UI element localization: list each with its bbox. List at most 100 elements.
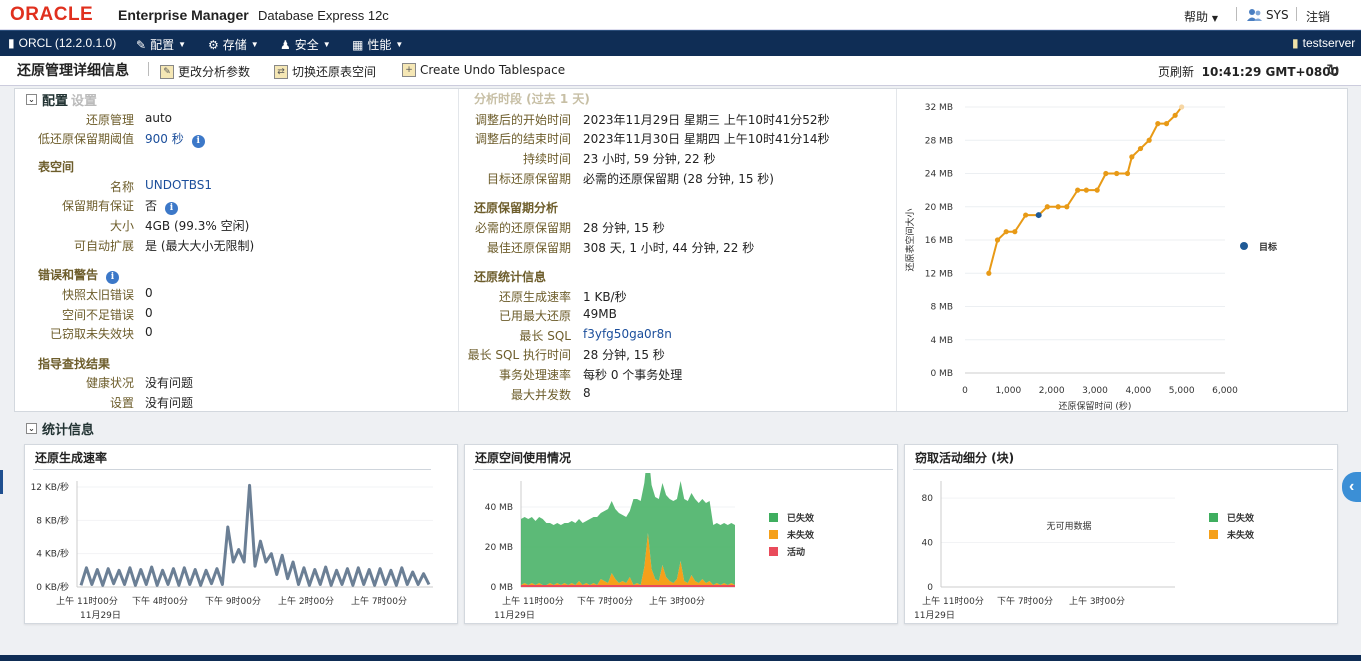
config-column-settings: ⌄ 配置 设置 还原管理 auto 低还原保留期阈值 900 秒 i 表空间 名称 UN… bbox=[15, 89, 448, 411]
undo-space-title: 还原空间使用情况 bbox=[475, 451, 572, 465]
errors-title: 错误和警告 i bbox=[38, 266, 120, 284]
legend-label: 已失效 bbox=[787, 512, 815, 524]
legend-swatch bbox=[1209, 530, 1218, 539]
nav-storage-label: 存储 bbox=[222, 38, 247, 52]
x-sub-label: 11月29日 bbox=[494, 610, 535, 621]
x-tick-label: 下午 9时00分 bbox=[205, 595, 261, 607]
logout-link[interactable]: 注销 bbox=[1306, 8, 1330, 25]
max-undo-value: 49MB bbox=[583, 307, 617, 321]
switch-undo-tablespace-button[interactable]: ⇄ 切换还原表空间 bbox=[274, 63, 376, 80]
period-title: 分析时段 (过去 1 天) bbox=[474, 92, 590, 106]
config-region: ⌄ 配置 设置 还原管理 auto 低还原保留期阈值 900 秒 i 表空间 名称 UN… bbox=[14, 88, 1348, 412]
size-label: 大小 bbox=[109, 219, 134, 233]
y-tick-label: 0 KB/秒 bbox=[36, 581, 69, 593]
oracle-logo: ORACLE bbox=[10, 4, 94, 25]
y-tick-label: 80 bbox=[922, 494, 934, 504]
advisor-title: 指导查找结果 bbox=[38, 357, 111, 371]
server-label: ▮ testserver bbox=[1292, 36, 1355, 50]
data-point bbox=[986, 270, 992, 276]
nav-performance[interactable]: ▦ 性能 ▼ bbox=[352, 36, 403, 53]
x-tick-label: 2,000 bbox=[1039, 386, 1065, 396]
collapse-side-panel-icon[interactable]: ‹ bbox=[1342, 472, 1361, 502]
x-tick-label: 上午 3时00分 bbox=[649, 595, 705, 607]
longest-sql-link[interactable]: f3yfg50ga0r8n bbox=[583, 327, 672, 341]
chevron-down-icon: ⌄ bbox=[26, 423, 37, 434]
refresh-label: 页刷新 bbox=[1158, 65, 1195, 79]
health-value: 没有问题 bbox=[145, 376, 194, 390]
x-tick-label: 3,000 bbox=[1082, 386, 1108, 396]
footer-bar bbox=[0, 655, 1361, 661]
retention-title: 还原保留期分析 bbox=[474, 201, 559, 215]
info-icon[interactable]: i bbox=[106, 271, 120, 284]
max-concurrency-label: 最大并发数 bbox=[510, 388, 571, 402]
data-point bbox=[1023, 212, 1029, 218]
x-tick-label: 上午 3时00分 bbox=[1069, 595, 1125, 607]
stats-header[interactable]: ⌄ 统计信息 bbox=[26, 419, 94, 438]
y-tick-label: 8 KB/秒 bbox=[36, 514, 69, 526]
x-tick-label: 下午 7时00分 bbox=[997, 595, 1053, 607]
stolen-activity-title: 窃取活动细分 (块) bbox=[915, 451, 1015, 465]
data-point bbox=[1163, 121, 1170, 127]
divider bbox=[913, 469, 1333, 470]
y-tick-label: 20 MB bbox=[925, 203, 953, 213]
required-retention-label: 必需的还原保留期 bbox=[474, 221, 571, 235]
chevron-down-icon: ▼ bbox=[250, 40, 259, 49]
wrench-icon: ✎ bbox=[136, 37, 147, 52]
refresh-icon[interactable]: ↻ bbox=[1326, 61, 1340, 81]
data-point bbox=[1075, 187, 1081, 193]
main-nav: ▮ ORCL (12.2.0.1.0) ✎ 配置 ▼ ⚙ 存储 ▼ ♟ 安全 ▼ ▦ 性能 ▼ ▮… bbox=[0, 30, 1361, 56]
nav-storage[interactable]: ⚙ 存储 ▼ bbox=[208, 36, 259, 53]
nav-security-label: 安全 bbox=[294, 38, 319, 52]
x-tick-label: 上午 11时00分 bbox=[56, 595, 118, 607]
data-point bbox=[1103, 170, 1109, 177]
undostats-title: 还原统计信息 bbox=[474, 270, 547, 284]
duration-value: 23 小时, 59 分钟, 22 秒 bbox=[583, 152, 716, 166]
data-point bbox=[1012, 229, 1018, 235]
best-retention-value: 308 天, 1 小时, 44 分钟, 22 秒 bbox=[583, 241, 755, 255]
divider bbox=[1236, 7, 1237, 21]
x-tick-label: 上午 11时00分 bbox=[502, 595, 564, 607]
create-undo-tablespace-label: Create Undo Tablespace bbox=[420, 63, 566, 77]
change-analysis-params-button[interactable]: ✎ 更改分析参数 bbox=[160, 63, 250, 80]
page-refresh-status: 页刷新 10:41:29 GMT+0800 bbox=[1158, 63, 1339, 80]
server-name: testserver bbox=[1302, 36, 1356, 50]
chevron-down-icon: ▼ bbox=[395, 40, 404, 49]
setting-value: 没有问题 bbox=[145, 396, 194, 410]
data-point bbox=[1064, 204, 1070, 210]
info-icon[interactable]: i bbox=[165, 202, 179, 215]
tablespace-name-link[interactable]: UNDOTBS1 bbox=[145, 178, 212, 192]
db-instance[interactable]: ▮ ORCL (12.2.0.1.0) bbox=[8, 36, 116, 50]
create-undo-tablespace-button[interactable]: + Create Undo Tablespace bbox=[402, 63, 565, 77]
legend-label: 目标 bbox=[1259, 241, 1277, 253]
stolen-activity-panel: 窃取活动细分 (块) 0 40 80 上午 11时00分 下午 7时00分 上午 3时00… bbox=[904, 444, 1338, 624]
space-error-value: 0 bbox=[145, 306, 153, 320]
legend-marker bbox=[1240, 242, 1248, 250]
page-title: 还原管理详细信息 bbox=[17, 63, 129, 79]
legend-swatch bbox=[769, 547, 778, 556]
config-header[interactable]: ⌄ 配置 设置 bbox=[26, 90, 97, 109]
y-tick-label: 40 bbox=[922, 539, 934, 549]
divider bbox=[148, 62, 149, 76]
max-concurrency-value: 8 bbox=[583, 386, 591, 400]
config-column-analysis: 分析时段 (过去 1 天) 调整后的开始时间 2023年11月29日 星期三 上午… bbox=[458, 89, 888, 411]
info-icon[interactable]: i bbox=[191, 135, 205, 148]
low-threshold-value[interactable]: 900 秒 i bbox=[145, 130, 205, 148]
chevron-down-icon: ▼ bbox=[1211, 14, 1218, 23]
help-menu[interactable]: 帮助 ▼ bbox=[1184, 8, 1218, 25]
nav-config[interactable]: ✎ 配置 ▼ bbox=[136, 36, 186, 53]
user-name: SYS bbox=[1266, 8, 1289, 22]
divider bbox=[1296, 7, 1297, 21]
gen-rate-label: 还原生成速率 bbox=[498, 290, 571, 304]
nav-security[interactable]: ♟ 安全 ▼ bbox=[280, 36, 331, 53]
y-tick-label: 0 MB bbox=[930, 369, 953, 379]
data-point bbox=[1044, 204, 1050, 210]
y-tick-label: 32 MB bbox=[925, 103, 953, 113]
guaranteed-label: 保留期有保证 bbox=[61, 199, 134, 213]
legend-swatch bbox=[769, 530, 778, 539]
y-tick-label: 0 MB bbox=[490, 583, 513, 593]
tablespace-name-label: 名称 bbox=[109, 180, 134, 194]
x-tick-label: 4,000 bbox=[1125, 386, 1151, 396]
area-series bbox=[521, 473, 735, 585]
user-menu[interactable]: SYS bbox=[1246, 8, 1289, 22]
longest-sql-time-label: 最长 SQL 执行时间 bbox=[467, 348, 571, 362]
